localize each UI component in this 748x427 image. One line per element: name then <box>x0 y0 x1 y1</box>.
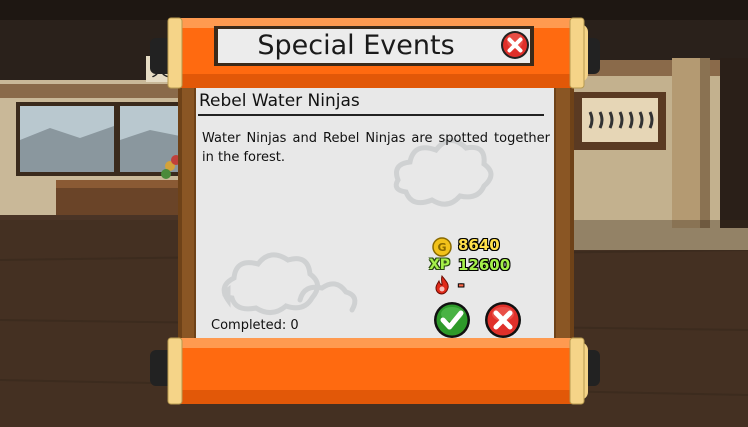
close-icon <box>501 31 529 59</box>
close-button[interactable] <box>500 30 530 60</box>
svg-text:G: G <box>437 241 446 254</box>
xp-icon: XP <box>429 257 451 273</box>
event-name: Rebel Water Ninjas <box>199 91 360 111</box>
gold-reward-value: 8640 <box>458 236 500 254</box>
flame-icon <box>435 275 449 295</box>
event-description: Water Ninjas and Rebel Ninjas are spotte… <box>202 131 550 165</box>
dialog-title: Special Events <box>257 30 455 61</box>
other-reward-value: - <box>458 276 465 294</box>
scroll-frame <box>150 17 600 405</box>
accept-button[interactable] <box>433 301 471 339</box>
completed-count: Completed: 0 <box>211 318 299 333</box>
gold-coin-icon: G <box>432 237 452 257</box>
xp-reward-value: 12600 <box>458 256 511 274</box>
check-icon <box>434 302 470 338</box>
decline-button[interactable] <box>484 301 522 339</box>
x-icon <box>485 302 521 338</box>
